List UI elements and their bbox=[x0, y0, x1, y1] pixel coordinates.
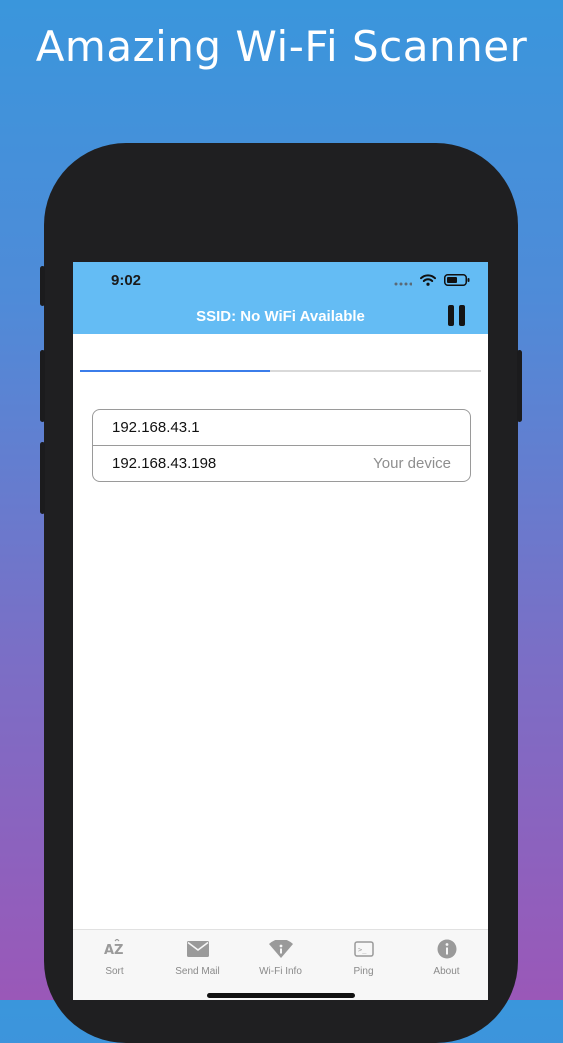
status-icons bbox=[394, 273, 470, 291]
tab-about[interactable]: About bbox=[405, 930, 488, 1000]
svg-text:AZ: AZ bbox=[104, 943, 124, 958]
phone-side-button-mute bbox=[40, 266, 45, 306]
device-ip: 192.168.43.1 bbox=[112, 419, 200, 436]
pause-button[interactable] bbox=[448, 305, 468, 327]
status-bar: 9:02 bbox=[73, 262, 488, 298]
tab-label: Ping bbox=[353, 966, 374, 977]
nav-bar: SSID: No WiFi Available bbox=[73, 298, 488, 334]
status-time: 9:02 bbox=[111, 272, 142, 289]
tab-label: About bbox=[433, 966, 460, 977]
tab-bar: AZ Sort Send Mail Wi-Fi Info >_ Ping Abo… bbox=[73, 929, 488, 1000]
tab-ping[interactable]: >_ Ping bbox=[322, 930, 405, 1000]
scan-progress-fill bbox=[80, 370, 271, 372]
device-row[interactable]: 192.168.43.1 bbox=[93, 410, 470, 445]
pause-icon-bar bbox=[459, 305, 465, 326]
phone-side-button-volume-up bbox=[40, 350, 45, 422]
tab-sort[interactable]: AZ Sort bbox=[73, 930, 156, 1000]
device-row[interactable]: 192.168.43.198 Your device bbox=[93, 445, 470, 481]
device-list: 192.168.43.1 192.168.43.198 Your device bbox=[92, 409, 471, 482]
tab-send-mail[interactable]: Send Mail bbox=[156, 930, 239, 1000]
tab-label: Wi-Fi Info bbox=[259, 966, 302, 977]
device-ip: 192.168.43.198 bbox=[112, 455, 217, 472]
pause-icon bbox=[448, 305, 454, 326]
tab-wifi-info[interactable]: Wi-Fi Info bbox=[239, 930, 322, 1000]
scan-progress-bar bbox=[80, 370, 481, 372]
ping-icon: >_ bbox=[353, 939, 374, 959]
tab-label: Sort bbox=[105, 966, 124, 977]
tab-label: Send Mail bbox=[175, 966, 220, 977]
wifi-icon bbox=[420, 273, 436, 291]
wifi-info-icon bbox=[268, 939, 293, 959]
phone-side-button-power bbox=[517, 350, 522, 422]
home-indicator bbox=[207, 993, 355, 998]
app-screen: 9:02 SSID: No WiFi Available 192.168.43.… bbox=[73, 262, 488, 1000]
phone-side-button-volume-down bbox=[40, 442, 45, 514]
info-icon bbox=[437, 939, 457, 959]
ssid-title: SSID: No WiFi Available bbox=[196, 308, 365, 325]
sort-az-icon: AZ bbox=[104, 939, 126, 959]
cellular-dots-icon bbox=[394, 273, 413, 291]
device-note: Your device bbox=[373, 455, 451, 472]
promo-title: Amazing Wi-Fi Scanner bbox=[35, 22, 528, 71]
svg-text:>_: >_ bbox=[358, 946, 367, 954]
mail-icon bbox=[186, 939, 209, 959]
battery-icon bbox=[444, 273, 470, 291]
